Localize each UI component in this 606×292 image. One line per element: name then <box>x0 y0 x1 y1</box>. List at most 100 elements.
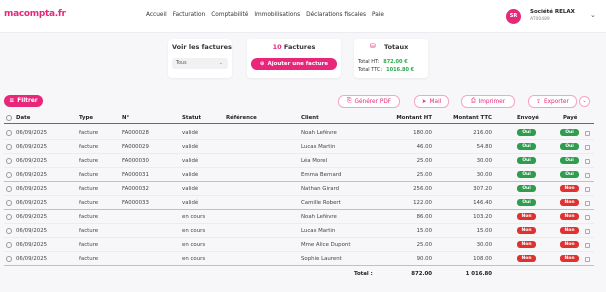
nav-accueil[interactable]: Accueil <box>146 12 167 18</box>
row-radio[interactable] <box>6 256 12 262</box>
add-invoice-button[interactable]: ⊕ Ajouter une facture <box>251 58 337 70</box>
logo[interactable]: macompta.fr <box>4 9 66 19</box>
paid-badge[interactable]: Non <box>560 227 579 234</box>
col-number[interactable]: N° <box>122 115 129 121</box>
col-reference[interactable]: Référence <box>226 115 257 121</box>
paid-badge[interactable]: Non <box>560 241 579 248</box>
cell-type: facture <box>79 242 99 248</box>
sent-badge[interactable]: Oui <box>517 157 536 164</box>
table-row[interactable]: 06/09/2025 facture FA000032 validé Nathan Gi… <box>4 182 594 196</box>
cell-type: facture <box>79 256 99 262</box>
cell-status: en cours <box>182 256 206 262</box>
invoice-filter-select[interactable]: Tous ⌄ <box>172 58 228 69</box>
row-checkbox[interactable] <box>585 173 590 178</box>
company-switcher[interactable]: SR Société RELAX AT00489 ⌄ <box>506 8 602 26</box>
row-radio[interactable] <box>6 228 12 234</box>
paid-badge[interactable]: Non <box>560 185 579 192</box>
paid-badge[interactable]: Non <box>560 213 579 220</box>
cell-status: validé <box>182 200 199 206</box>
row-radio[interactable] <box>6 186 12 192</box>
chevron-down-icon: ⌄ <box>218 60 223 66</box>
export-options-chevron-icon[interactable]: ⌄ <box>579 96 590 107</box>
cell-amount-ht: 256.00 <box>413 186 432 192</box>
table-row[interactable]: 06/09/2025 facture FA000029 validé Lucas Mar… <box>4 140 594 154</box>
col-amount-ttc[interactable]: Montant TTC <box>440 115 492 121</box>
sent-badge[interactable]: Oui <box>517 185 536 192</box>
cell-client: Noah Lefèvre <box>301 130 337 136</box>
col-client[interactable]: Client <box>301 115 319 121</box>
table-row[interactable]: 06/09/2025 facture FA000028 validé Noah Lefè… <box>4 126 594 140</box>
sent-badge[interactable]: Non <box>517 227 536 234</box>
table-row[interactable]: 06/09/2025 facture FA000030 validé Léa Morel… <box>4 154 594 168</box>
sent-badge[interactable]: Oui <box>517 143 536 150</box>
col-amount-ht[interactable]: Montant HT <box>374 115 432 121</box>
nav-declarations-fiscales[interactable]: Déclarations fiscales <box>306 12 366 18</box>
row-checkbox[interactable] <box>585 159 590 164</box>
row-checkbox[interactable] <box>585 131 590 136</box>
paid-badge[interactable]: Non <box>560 199 579 206</box>
table-row[interactable]: 06/09/2025 facture FA000031 validé Emma Bern… <box>4 168 594 182</box>
table-row[interactable]: 06/09/2025 facture en cours Mme Alice Dupon… <box>4 238 594 252</box>
cell-status: validé <box>182 130 199 136</box>
cell-number: FA000032 <box>122 186 149 192</box>
row-radio[interactable] <box>6 158 12 164</box>
select-all-radio[interactable] <box>6 115 12 121</box>
paid-badge[interactable]: Oui <box>560 171 579 178</box>
col-paid[interactable]: Payé <box>563 115 577 121</box>
nav-comptabilite[interactable]: Comptabilité <box>211 12 248 18</box>
row-radio[interactable] <box>6 242 12 248</box>
row-checkbox[interactable] <box>585 229 590 234</box>
chevron-down-icon[interactable]: ⌄ <box>590 11 596 19</box>
total-ttc: 1 016.80 <box>465 271 492 277</box>
sent-badge[interactable]: Oui <box>517 171 536 178</box>
total-ht-label: Total HT: <box>358 59 380 65</box>
sent-badge[interactable]: Non <box>517 213 536 220</box>
row-checkbox[interactable] <box>585 145 590 150</box>
paid-badge[interactable]: Oui <box>560 143 579 150</box>
sent-badge[interactable]: Non <box>517 241 536 248</box>
nav-immobilisations[interactable]: Immobilisations <box>254 12 300 18</box>
cell-client: Nathan Girard <box>301 186 340 192</box>
cell-status: en cours <box>182 242 206 248</box>
paid-badge[interactable]: Oui <box>560 157 579 164</box>
row-radio[interactable] <box>6 214 12 220</box>
row-checkbox[interactable] <box>585 215 590 220</box>
mail-button[interactable]: ➤ Mail <box>414 95 449 108</box>
row-radio[interactable] <box>6 172 12 178</box>
view-invoices-card: Voir les factures Tous ⌄ <box>168 39 232 78</box>
sent-badge[interactable]: Oui <box>517 199 536 206</box>
col-date[interactable]: Date <box>16 115 30 121</box>
cell-amount-ht: 46.00 <box>416 144 432 150</box>
cell-status: validé <box>182 186 199 192</box>
sent-badge[interactable]: Oui <box>517 129 536 136</box>
cell-date: 06/09/2025 <box>16 242 48 248</box>
row-checkbox[interactable] <box>585 257 590 262</box>
cell-client: Emma Bernard <box>301 172 342 178</box>
print-button[interactable]: ⎙ Imprimer <box>461 95 515 108</box>
nav-facturation[interactable]: Facturation <box>173 12 206 18</box>
col-status[interactable]: Statut <box>182 115 201 121</box>
export-button[interactable]: ⇪ Exporter <box>528 95 577 108</box>
total-ttc-value: 1016.80 € <box>386 67 415 73</box>
nav-paie[interactable]: Paie <box>372 12 384 18</box>
row-checkbox[interactable] <box>585 243 590 248</box>
row-radio[interactable] <box>6 130 12 136</box>
generate-pdf-button[interactable]: ⎘ Générer PDF <box>338 95 400 108</box>
paid-badge[interactable]: Non <box>560 255 579 262</box>
paid-badge[interactable]: Oui <box>560 129 579 136</box>
table-row[interactable]: 06/09/2025 facture en cours Sophie Laurent 9… <box>4 252 594 266</box>
row-radio[interactable] <box>6 200 12 206</box>
table-row[interactable]: 06/09/2025 facture en cours Lucas Martin 15.… <box>4 224 594 238</box>
col-type[interactable]: Type <box>79 115 93 121</box>
table-row[interactable]: 06/09/2025 facture FA000033 validé Camille R… <box>4 196 594 210</box>
table-row[interactable]: 06/09/2025 facture en cours Noah Lefèvre 86.… <box>4 210 594 224</box>
avatar: SR <box>506 9 521 24</box>
row-checkbox[interactable] <box>585 201 590 206</box>
cell-amount-ht: 15.00 <box>416 228 432 234</box>
row-radio[interactable] <box>6 144 12 150</box>
filter-button[interactable]: ≡ Filtrer <box>4 95 43 107</box>
row-checkbox[interactable] <box>585 187 590 192</box>
col-sent[interactable]: Envoyé <box>517 115 539 121</box>
cell-amount-ttc: 103.20 <box>473 214 492 220</box>
sent-badge[interactable]: Non <box>517 255 536 262</box>
